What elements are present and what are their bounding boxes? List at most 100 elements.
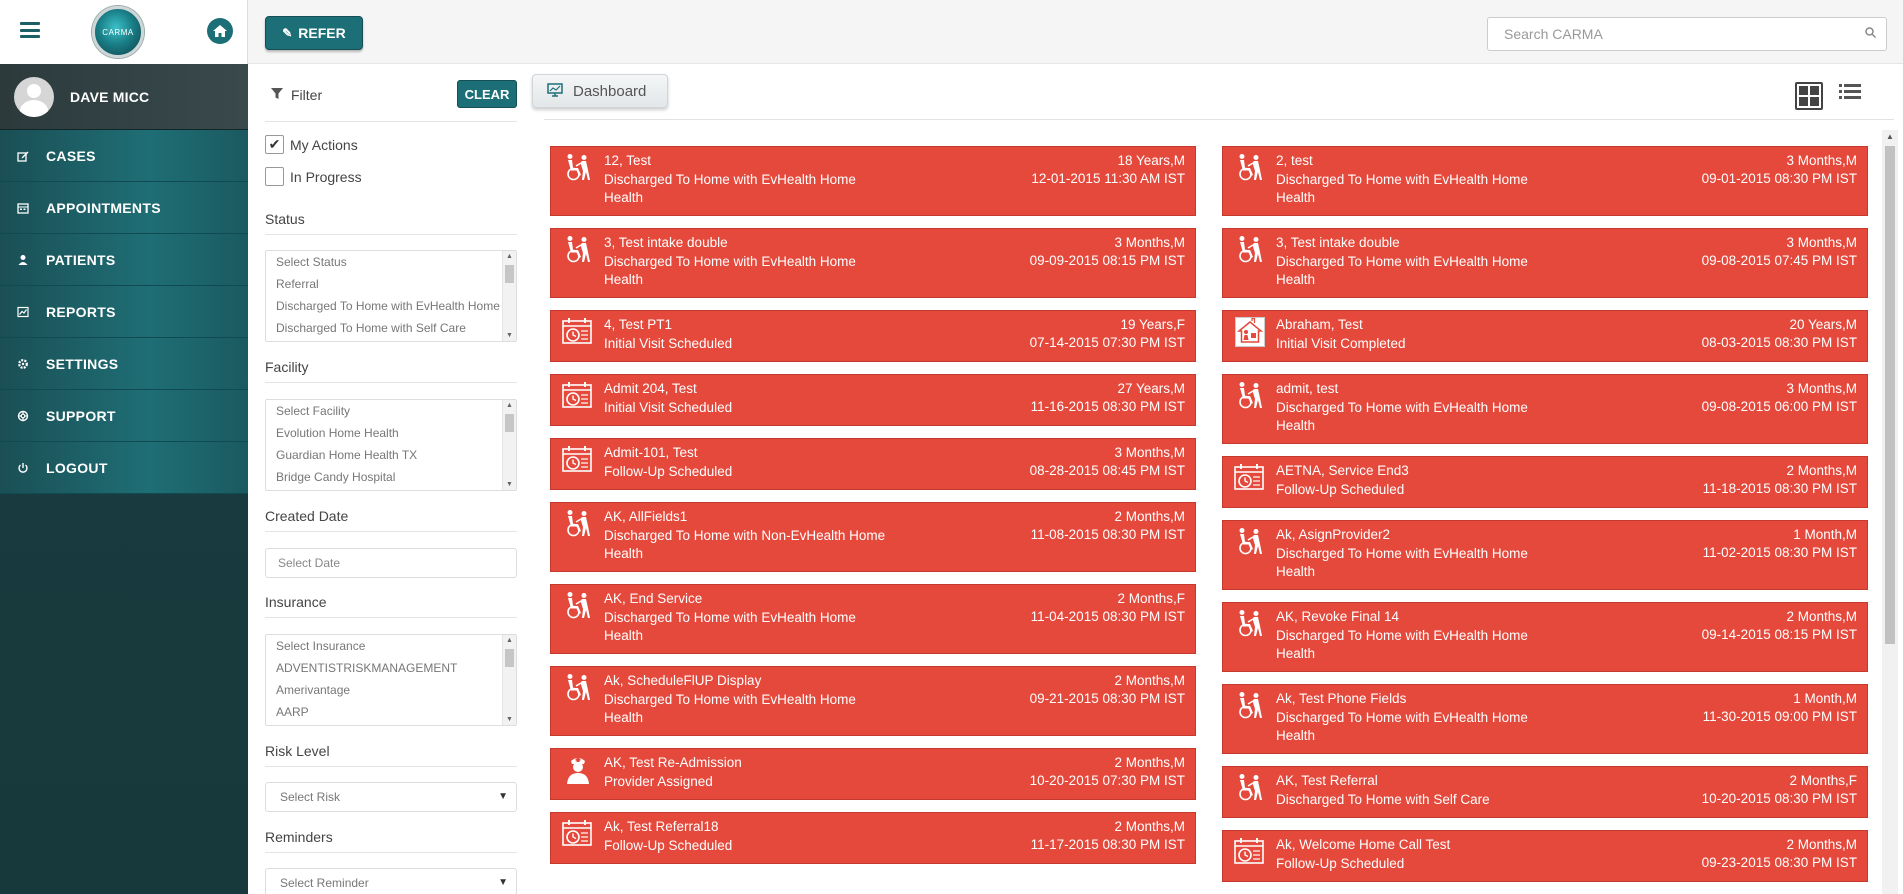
case-date: 09-09-2015 08:15 PM IST xyxy=(1029,253,1185,268)
case-card[interactable]: admit, test Discharged To Home with EvHea… xyxy=(1222,374,1868,444)
nav-item-patients[interactable]: PATIENTS xyxy=(0,234,248,286)
patient-age-gender: 2 Months,M xyxy=(1786,609,1857,624)
case-card[interactable]: AK, End Service Discharged To Home with E… xyxy=(550,584,1196,654)
patient-age-gender: 2 Months,M xyxy=(1114,673,1185,688)
search-input[interactable] xyxy=(1488,18,1848,50)
status-listbox[interactable]: Select Status Referral Discharged To Home … xyxy=(265,250,517,342)
user-profile[interactable]: DAVE MICC xyxy=(0,64,248,130)
scrollbar-thumb[interactable] xyxy=(1885,146,1895,644)
listbox-scrollbar[interactable]: ▲ ▼ xyxy=(502,251,516,341)
facility-listbox[interactable]: Select Facility Evolution Home Health Guar… xyxy=(265,399,517,491)
user-name: DAVE MICC xyxy=(70,88,150,105)
case-date: 08-03-2015 08:30 PM IST xyxy=(1701,335,1857,350)
wheelchair-icon xyxy=(1233,607,1267,641)
tab-dashboard[interactable]: Dashboard xyxy=(532,74,668,108)
gear-icon xyxy=(16,357,30,371)
listbox-option[interactable]: Amerivantage xyxy=(266,679,516,701)
case-card[interactable]: Ak, AsignProvider2 Discharged To Home wit… xyxy=(1222,520,1868,590)
patient-age-gender: 27 Years,M xyxy=(1117,381,1185,396)
refer-button[interactable]: ✎ REFER xyxy=(265,16,363,50)
filter-title: Filter xyxy=(291,87,323,103)
nav-item-settings[interactable]: SETTINGS xyxy=(0,338,248,390)
clear-button[interactable]: CLEAR xyxy=(457,80,517,108)
patient-name: 2, test xyxy=(1276,153,1313,168)
case-card[interactable]: AK, Test Referral Discharged To Home with… xyxy=(1222,766,1868,818)
nav-item-logout[interactable]: LOGOUT xyxy=(0,442,248,494)
case-card[interactable]: Ak, Welcome Home Call Test Follow-Up Sche… xyxy=(1222,830,1868,882)
case-date: 08-28-2015 08:45 PM IST xyxy=(1029,463,1185,478)
case-date: 09-21-2015 08:30 PM IST xyxy=(1029,691,1185,706)
patient-age-gender: 3 Months,M xyxy=(1786,153,1857,168)
case-status: Follow-Up Scheduled xyxy=(1276,482,1405,497)
case-status: Discharged To Home with EvHealth Home He… xyxy=(1276,546,1528,579)
edit-icon: ✎ xyxy=(282,26,293,40)
listbox-option[interactable]: ADVENTISTRISKMANAGEMENT xyxy=(266,657,516,679)
nav-item-support[interactable]: SUPPORT xyxy=(0,390,248,442)
listbox-option[interactable]: AARP xyxy=(266,701,516,723)
risk-level-title: Risk Level xyxy=(265,743,330,759)
nav-item-reports[interactable]: REPORTS xyxy=(0,286,248,338)
nav-item-appointments[interactable]: APPOINTMENTS xyxy=(0,182,248,234)
case-card[interactable]: AK, AllFields1 Discharged To Home with No… xyxy=(550,502,1196,572)
case-card[interactable]: 2, test Discharged To Home with EvHealth … xyxy=(1222,146,1868,216)
listbox-option[interactable]: Discharged To Home with Self Care xyxy=(266,317,516,339)
case-card[interactable]: Ak, Test Referral18 Follow-Up Scheduled 2 … xyxy=(550,812,1196,864)
grid-view-icon[interactable] xyxy=(1795,82,1823,110)
nav-item-label: PATIENTS xyxy=(46,251,116,268)
listbox-option[interactable]: Bridge Candy Hospital xyxy=(266,466,516,488)
main-nav: CASES APPOINTMENTS PATIENTS REPORTS SETTINGS… xyxy=(0,130,248,494)
patient-age-gender: 2 Months,M xyxy=(1786,837,1857,852)
patient-name: 3, Test intake double xyxy=(604,235,728,250)
case-card[interactable]: 3, Test intake double Discharged To Home … xyxy=(550,228,1196,298)
patient-age-gender: 2 Months,M xyxy=(1114,755,1185,770)
case-card[interactable]: AETNA, Service End3 Follow-Up Scheduled 2 … xyxy=(1222,456,1868,508)
case-card[interactable]: Ak, Test Phone Fields Discharged To Home … xyxy=(1222,684,1868,754)
case-card[interactable]: Ak, ScheduleFlUP Display Discharged To Ho… xyxy=(550,666,1196,736)
listbox-option[interactable]: Discharged To Home with EvHealth Home He… xyxy=(266,295,516,317)
risk-select[interactable]: Select Risk ▼ xyxy=(265,782,517,812)
checkbox-box[interactable] xyxy=(265,167,284,186)
listbox-scrollbar[interactable]: ▲ ▼ xyxy=(502,400,516,490)
patient-name: Ak, AsignProvider2 xyxy=(1276,527,1391,542)
calendar-clock-icon xyxy=(561,817,595,851)
listbox-scrollbar[interactable]: ▲ ▼ xyxy=(502,635,516,725)
insurance-listbox[interactable]: Select Insurance ADVENTISTRISKMANAGEMENT A… xyxy=(265,634,517,726)
search-icon[interactable] xyxy=(1865,27,1877,41)
listbox-option[interactable]: Guardian Home Health TX xyxy=(266,444,516,466)
case-card[interactable]: 3, Test intake double Discharged To Home … xyxy=(1222,228,1868,298)
case-card[interactable]: 12, Test Discharged To Home with EvHealth… xyxy=(550,146,1196,216)
case-status: Discharged To Home with EvHealth Home He… xyxy=(604,692,856,725)
reminder-select[interactable]: Select Reminder ▼ xyxy=(265,868,517,894)
listbox-option[interactable]: Select Facility xyxy=(266,400,516,422)
case-card[interactable]: AK, Test Re-Admission Provider Assigned 2 … xyxy=(550,748,1196,800)
list-view-icon[interactable] xyxy=(1839,84,1861,104)
lifebuoy-icon xyxy=(16,409,30,423)
case-card[interactable]: Admit 204, Test Initial Visit Scheduled 27… xyxy=(550,374,1196,426)
nav-item-cases[interactable]: CASES xyxy=(0,130,248,182)
carma-logo[interactable]: CARMA xyxy=(92,6,144,58)
filter-panel: Filter CLEAR ✔ My Actions In Progress St… xyxy=(265,64,517,894)
checkbox-box[interactable]: ✔ xyxy=(265,135,284,154)
my-actions-checkbox[interactable]: ✔ My Actions xyxy=(265,135,358,154)
created-date-input[interactable]: Select Date xyxy=(265,548,517,578)
case-card[interactable]: Admit-101, Test Follow-Up Scheduled 3 Mont… xyxy=(550,438,1196,490)
patient-name: 4, Test PT1 xyxy=(604,317,673,332)
main-scrollbar[interactable]: ▲ xyxy=(1882,130,1898,894)
listbox-option[interactable]: Select Insurance xyxy=(266,635,516,657)
in-progress-checkbox[interactable]: In Progress xyxy=(265,167,362,186)
hamburger-menu-icon[interactable] xyxy=(20,22,40,38)
patient-name: Ak, Test Referral18 xyxy=(604,819,719,834)
home-icon[interactable] xyxy=(207,18,233,44)
case-card[interactable]: 4, Test PT1 Initial Visit Scheduled 19 Yea… xyxy=(550,310,1196,362)
case-status: Discharged To Home with EvHealth Home He… xyxy=(1276,254,1528,287)
listbox-option[interactable]: Evolution Home Health xyxy=(266,422,516,444)
patient-name: AK, Test Referral xyxy=(1276,773,1378,788)
divider xyxy=(265,531,517,532)
case-card[interactable]: AK, Revoke Final 14 Discharged To Home wi… xyxy=(1222,602,1868,672)
divider xyxy=(544,119,1894,120)
listbox-option[interactable]: Select Status xyxy=(266,251,516,273)
case-date: 12-01-2015 11:30 AM IST xyxy=(1031,171,1185,186)
case-card[interactable]: Abraham, Test Initial Visit Completed 20 Y… xyxy=(1222,310,1868,362)
listbox-option[interactable]: Referral xyxy=(266,273,516,295)
patient-age-gender: 19 Years,F xyxy=(1120,317,1185,332)
